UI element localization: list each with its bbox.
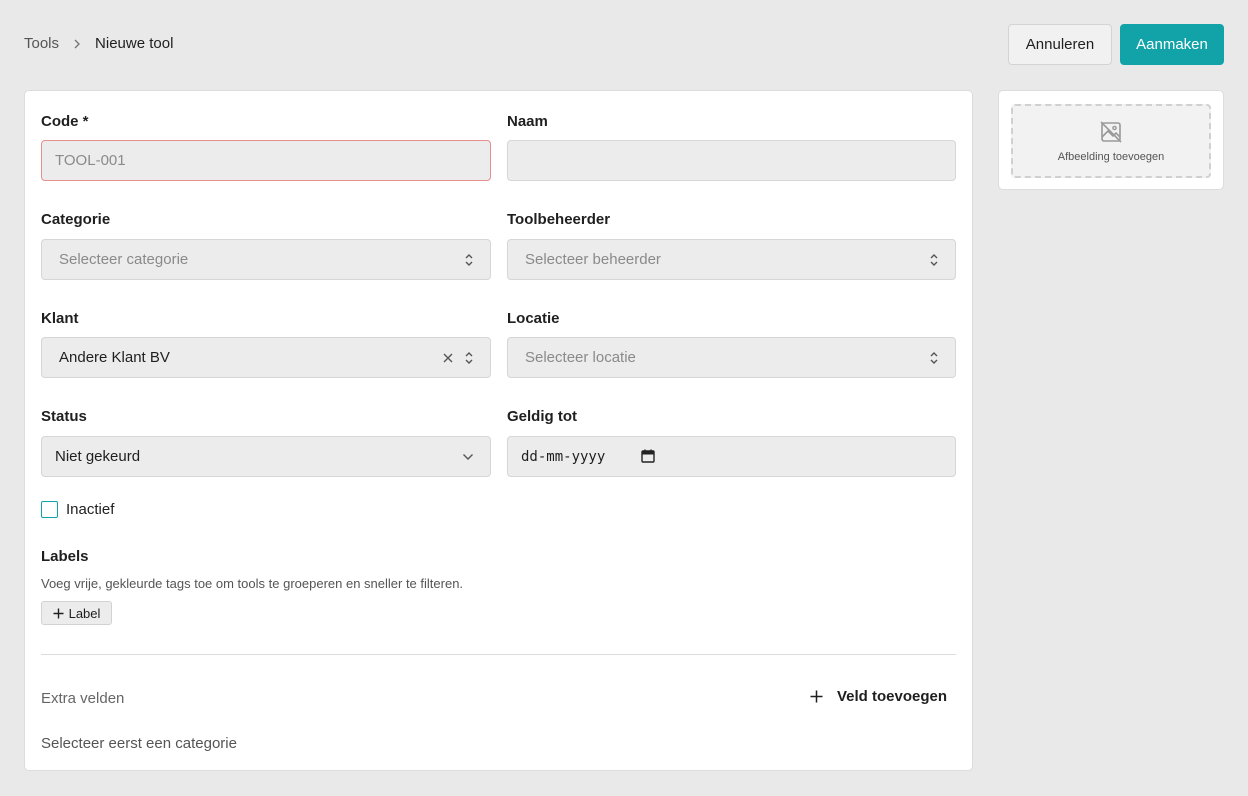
- inactief-row: Inactief: [41, 501, 114, 518]
- breadcrumb-current: Nieuwe tool: [95, 35, 174, 52]
- clear-icon[interactable]: [442, 352, 454, 364]
- image-off-icon: [1100, 120, 1122, 143]
- add-field-button[interactable]: Veld toevoegen: [810, 688, 947, 705]
- labels-help-text: Voeg vrije, gekleurde tags toe om tools …: [41, 576, 464, 591]
- tool-form-card: Code * TOOL-001 Naam Categorie Selecteer…: [24, 90, 973, 771]
- image-card: Afbeelding toevoegen: [998, 90, 1224, 190]
- locatie-placeholder: Selecteer locatie: [525, 349, 636, 366]
- calendar-icon[interactable]: [641, 449, 655, 463]
- geldig-tot-date-input[interactable]: dd-mm-yyyy: [507, 436, 956, 477]
- plus-icon: [53, 608, 64, 619]
- create-button[interactable]: Aanmaken: [1120, 24, 1224, 65]
- code-label: Code *: [41, 113, 89, 130]
- top-bar: Tools Nieuwe tool Annuleren Aanmaken: [0, 0, 1248, 90]
- geldig-tot-label: Geldig tot: [507, 408, 577, 425]
- locatie-select[interactable]: Selecteer locatie: [507, 337, 956, 378]
- toolbeheerder-label: Toolbeheerder: [507, 211, 611, 228]
- image-add-label: Afbeelding toevoegen: [1057, 150, 1165, 163]
- chevron-up-down-icon: [930, 253, 938, 266]
- klant-select[interactable]: Andere Klant BV: [41, 337, 491, 378]
- breadcrumb: Tools Nieuwe tool: [24, 35, 173, 53]
- labels-title: Labels: [41, 548, 89, 565]
- klant-label: Klant: [41, 310, 79, 327]
- inactief-label[interactable]: Inactief: [66, 501, 114, 518]
- categorie-select[interactable]: Selecteer categorie: [41, 239, 491, 280]
- chevron-down-icon: [463, 453, 473, 460]
- plus-icon: [810, 690, 823, 703]
- chevron-up-down-icon: [465, 253, 473, 266]
- code-placeholder: TOOL-001: [55, 152, 126, 169]
- chevron-up-down-icon: [930, 351, 938, 364]
- chevron-up-down-icon: [465, 351, 473, 364]
- chevron-right-icon: [59, 39, 95, 49]
- naam-input[interactable]: [507, 140, 956, 181]
- breadcrumb-tools-link[interactable]: Tools: [24, 35, 59, 53]
- inactief-checkbox[interactable]: [41, 501, 58, 518]
- code-input[interactable]: TOOL-001: [41, 140, 491, 181]
- locatie-label: Locatie: [507, 310, 560, 327]
- section-divider: [41, 654, 956, 655]
- status-label: Status: [41, 408, 87, 425]
- toolbeheerder-placeholder: Selecteer beheerder: [525, 251, 661, 268]
- add-label-text: Label: [68, 605, 101, 621]
- status-value: Niet gekeurd: [55, 448, 141, 465]
- toolbeheerder-select[interactable]: Selecteer beheerder: [507, 239, 956, 280]
- extra-fields-title: Extra velden: [41, 690, 125, 707]
- klant-value: Andere Klant BV: [59, 349, 170, 366]
- naam-label: Naam: [507, 113, 548, 130]
- add-field-text: Veld toevoegen: [837, 688, 948, 705]
- categorie-label: Categorie: [41, 211, 111, 228]
- cancel-button[interactable]: Annuleren: [1008, 24, 1112, 65]
- add-label-button[interactable]: Label: [41, 601, 112, 625]
- status-select[interactable]: Niet gekeurd: [41, 436, 491, 477]
- image-dropzone[interactable]: Afbeelding toevoegen: [1011, 104, 1211, 178]
- categorie-placeholder: Selecteer categorie: [59, 251, 189, 268]
- extra-fields-empty-text: Selecteer eerst een categorie: [41, 735, 237, 752]
- geldig-tot-placeholder: dd-mm-yyyy: [521, 448, 606, 465]
